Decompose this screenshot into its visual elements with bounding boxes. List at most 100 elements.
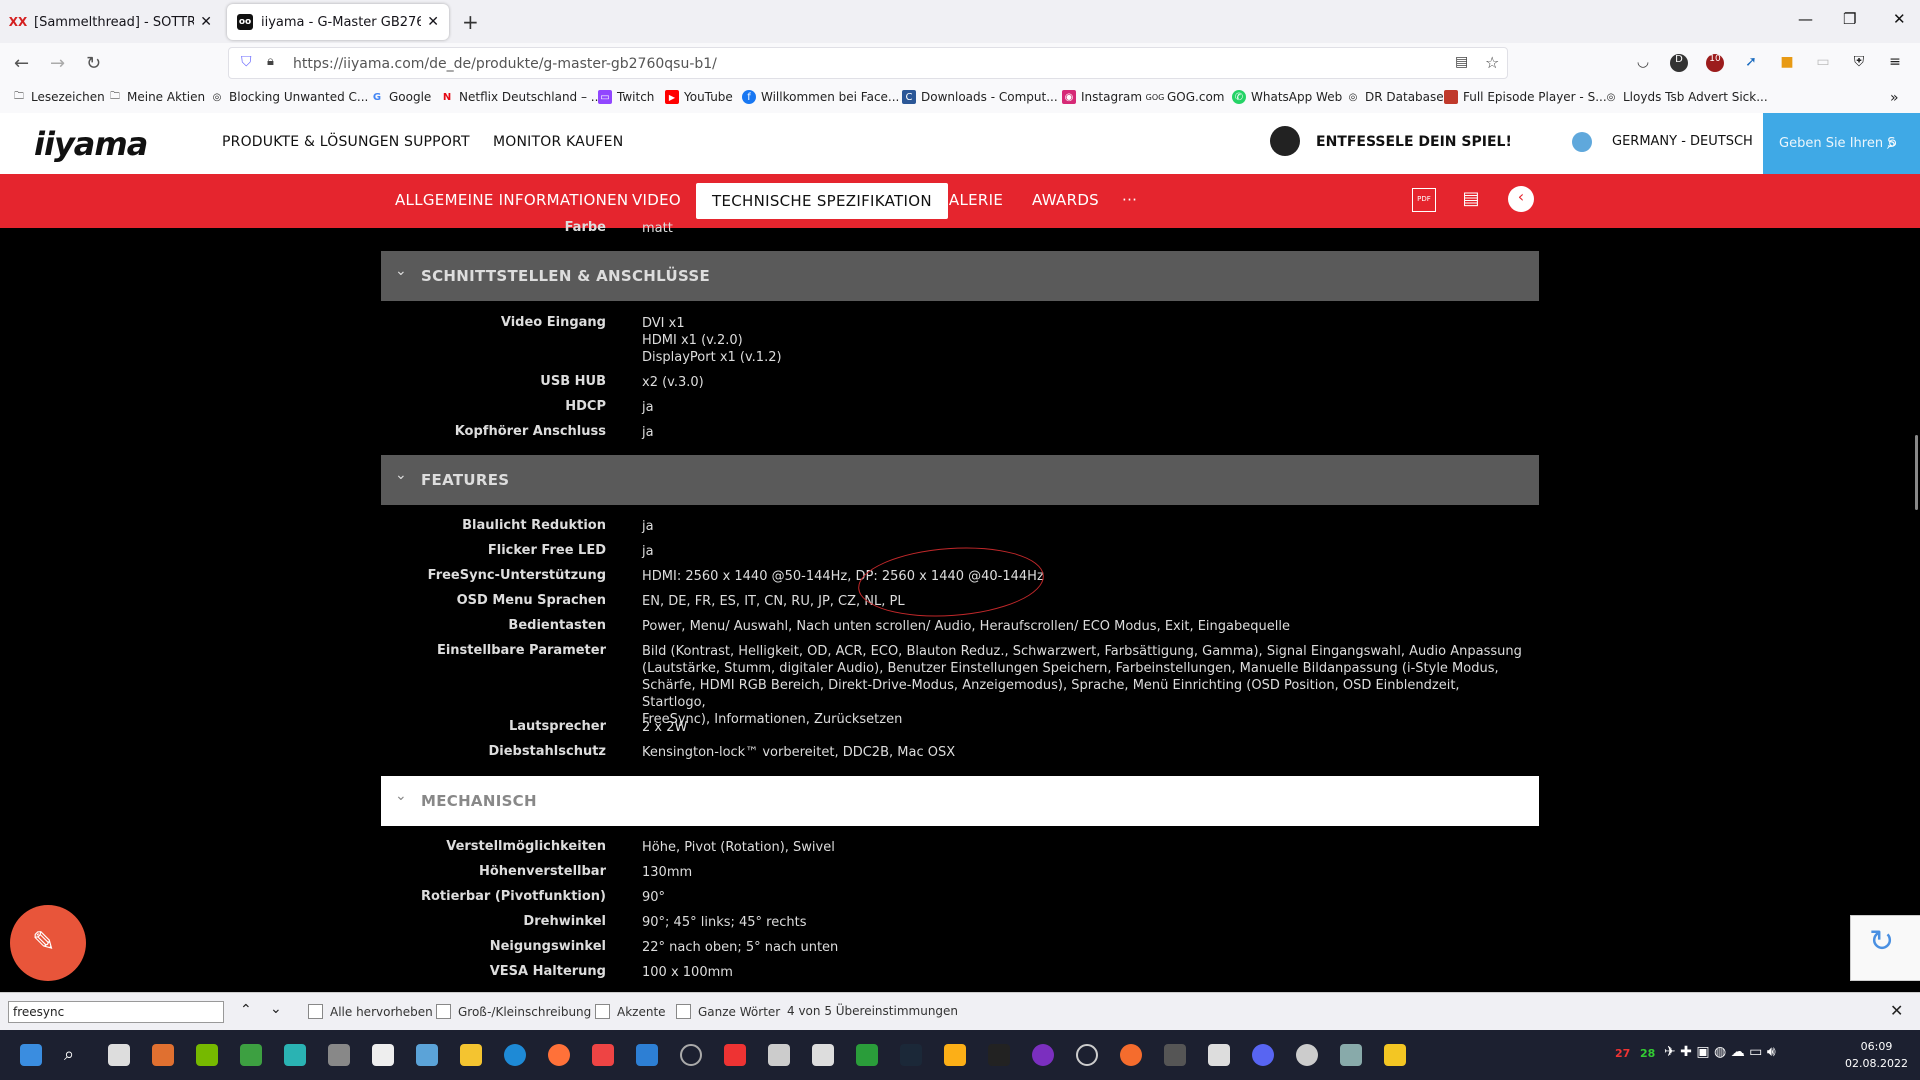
app-icon[interactable] (1208, 1044, 1230, 1066)
store-icon[interactable] (372, 1044, 394, 1066)
firefox-icon[interactable] (548, 1044, 570, 1066)
find-previous-icon[interactable]: ⌃ (240, 1002, 252, 1018)
app-icon[interactable] (636, 1044, 658, 1066)
feedback-button[interactable]: ✎ (10, 905, 86, 981)
find-input[interactable]: freesync (8, 1001, 224, 1023)
app-icon[interactable] (152, 1044, 174, 1066)
epic-games-icon[interactable] (988, 1044, 1010, 1066)
match-diacritics-checkbox[interactable]: Akzente (595, 1004, 666, 1019)
close-find-icon[interactable]: ✕ (1890, 1001, 1903, 1020)
bookmark-item[interactable]: ◎ DR Database (1346, 90, 1444, 104)
bookmark-item[interactable]: f Willkommen bei Face... (742, 90, 899, 104)
bookmark-item[interactable]: ▶ YouTube (665, 90, 733, 104)
search-input[interactable]: Geben Sie Ihren S (1779, 136, 1895, 151)
rockstar-icon[interactable] (944, 1044, 966, 1066)
app-icon[interactable] (284, 1044, 306, 1066)
browser-tab-active[interactable]: oo iiyama - G-Master GB2760QSU-B1 ✕ (227, 4, 449, 40)
bookmark-item[interactable]: GOG GOG.com (1146, 90, 1225, 104)
lock-icon[interactable]: 🔒︎ (267, 54, 274, 69)
scrollbar-thumb[interactable] (1915, 435, 1918, 510)
discord-icon[interactable] (1252, 1044, 1274, 1066)
extension-icon[interactable]: ⛨ (1850, 54, 1868, 72)
checkbox-icon[interactable] (436, 1004, 451, 1019)
bookmark-item[interactable]: C Downloads - Comput... (902, 90, 1058, 104)
tab-awards[interactable]: AWARDS (1032, 191, 1099, 209)
bookmark-item[interactable]: ◎ Lloyds Tsb Advert Sick... (1604, 90, 1768, 104)
bookmark-item[interactable]: Full Episode Player - S... (1444, 90, 1607, 104)
bookmarks-overflow-icon[interactable]: » (1890, 90, 1899, 106)
pdf-icon[interactable]: PDF (1412, 188, 1436, 212)
origin-icon[interactable] (1120, 1044, 1142, 1066)
highlight-all-checkbox[interactable]: Alle hervorheben (308, 1004, 433, 1019)
restore-icon[interactable]: ❐ (1843, 10, 1856, 28)
nav-products[interactable]: PRODUKTE & LÖSUNGEN (222, 134, 399, 150)
ublock-icon[interactable]: 10 (1706, 54, 1724, 72)
edge-icon[interactable] (504, 1044, 526, 1066)
bookmark-item[interactable]: G Google (370, 90, 431, 104)
promo-text[interactable]: ENTFESSELE DEIN SPIEL! (1316, 134, 1512, 150)
bookmark-item[interactable]: ◉ Instagram (1062, 90, 1142, 104)
bookmark-item[interactable]: N Netflix Deutschland – ... (440, 90, 602, 104)
pocket-icon[interactable]: ◡ (1634, 54, 1652, 72)
bookmark-item[interactable]: ▭ Twitch (598, 90, 654, 104)
nvidia-icon[interactable] (196, 1044, 218, 1066)
shield-icon[interactable]: ⛉ (241, 54, 252, 70)
bookmark-item[interactable]: 🗀 Lesezeichen (12, 90, 105, 104)
checkbox-icon[interactable] (676, 1004, 691, 1019)
print-icon[interactable]: ▤ (1460, 188, 1482, 210)
site-search[interactable]: Geben Sie Ihren S ⌕ (1763, 113, 1920, 174)
app-icon[interactable] (1032, 1044, 1054, 1066)
reader-view-icon[interactable]: ▤ (1455, 54, 1468, 70)
globe-icon[interactable] (1572, 132, 1592, 152)
app-icon[interactable] (724, 1044, 746, 1066)
tab-gallery[interactable]: GALERIE (937, 191, 1003, 209)
tab-more[interactable]: ··· (1122, 191, 1137, 209)
explorer-icon[interactable] (460, 1044, 482, 1066)
search-icon[interactable]: ⌕ (1887, 130, 1898, 154)
app-icon[interactable] (1076, 1044, 1098, 1066)
app-icon[interactable] (1296, 1044, 1318, 1066)
browser-tab[interactable]: XX [Sammelthread] - SOTTR maxed ✕ (0, 4, 222, 40)
account-icon[interactable]: D (1670, 54, 1688, 72)
bookmark-item[interactable]: ✆ WhatsApp Web (1232, 90, 1342, 104)
reload-icon[interactable]: ↻ (86, 53, 101, 74)
app-icon[interactable] (592, 1044, 614, 1066)
bookmark-item[interactable]: 🗀 Meine Aktien (108, 90, 205, 104)
close-window-icon[interactable]: ✕ (1893, 10, 1906, 28)
recaptcha-badge[interactable]: ↻ (1850, 915, 1920, 981)
app-icon[interactable] (240, 1044, 262, 1066)
minimize-icon[interactable]: — (1798, 10, 1813, 28)
country-selector[interactable]: GERMANY - DEUTSCH (1612, 134, 1753, 149)
tab-video[interactable]: VIDEO (632, 191, 681, 209)
app-icon[interactable] (1164, 1044, 1186, 1066)
url-bar[interactable]: ⛉ 🔒︎ https://iiyama.com/de_de/produkte/g… (228, 47, 1508, 79)
system-clock[interactable]: 06:09 02.08.2022 (1845, 1038, 1908, 1072)
photos-icon[interactable] (416, 1044, 438, 1066)
forward-icon[interactable]: → (50, 53, 65, 74)
back-arrow-icon[interactable]: ‹ (1508, 186, 1534, 212)
app-icon[interactable] (768, 1044, 790, 1066)
tray-icons[interactable]: ✈ ✚ ▣ ◍ ☁ ▭ 🔊︎ (1664, 1044, 1776, 1060)
app-icon[interactable] (1340, 1044, 1362, 1066)
section-header-mechanical[interactable]: ⌄ MECHANISCH (381, 776, 1539, 826)
section-header-features[interactable]: ⌄ FEATURES (381, 455, 1539, 505)
app-icon[interactable] (812, 1044, 834, 1066)
steam-icon[interactable] (900, 1044, 922, 1066)
checkbox-icon[interactable] (595, 1004, 610, 1019)
bookmark-item[interactable]: ◎ Blocking Unwanted C... (210, 90, 369, 104)
url-text[interactable]: https://iiyama.com/de_de/produkte/g-mast… (293, 56, 717, 72)
checkbox-icon[interactable] (308, 1004, 323, 1019)
start-icon[interactable] (20, 1044, 42, 1066)
back-icon[interactable]: ← (14, 53, 29, 74)
new-tab-icon[interactable]: + (462, 10, 479, 34)
match-case-checkbox[interactable]: Groß-/Kleinschreibung (436, 1004, 591, 1019)
tab-technical-specs[interactable]: TECHNISCHE SPEZIFIKATION (696, 183, 948, 219)
close-tab-icon[interactable]: ✕ (200, 14, 212, 30)
app-icon[interactable] (680, 1044, 702, 1066)
tab-general-info[interactable]: ALLGEMEINE INFORMATIONEN (395, 191, 628, 209)
close-tab-icon[interactable]: ✕ (427, 14, 439, 30)
app-icon[interactable] (1384, 1044, 1406, 1066)
find-next-icon[interactable]: ⌄ (270, 1001, 282, 1017)
bookmark-star-icon[interactable]: ☆ (1485, 53, 1499, 72)
task-view-icon[interactable] (108, 1044, 130, 1066)
